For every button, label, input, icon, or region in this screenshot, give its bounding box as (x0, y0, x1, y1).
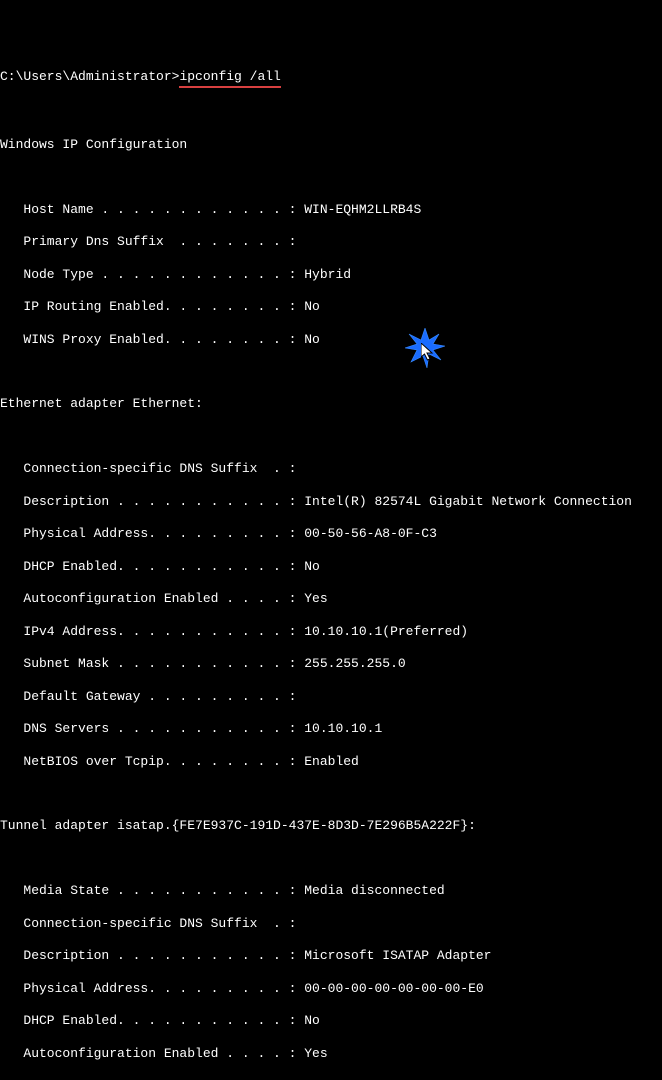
hostname-row: Host Name . . . . . . . . . . . . : WIN-… (0, 202, 662, 218)
tun-description-value: Microsoft ISATAP Adapter (304, 948, 491, 963)
eth-physical-address-value: 00-50-56-A8-0F-C3 (304, 526, 437, 541)
primary-dns-suffix-row: Primary Dns Suffix . . . . . . . : (0, 234, 662, 250)
section-header-ipconfig: Windows IP Configuration (0, 137, 662, 153)
tun-dhcp-row: DHCP Enabled. . . . . . . . . . . : No (0, 1013, 662, 1029)
eth-description-row: Description . . . . . . . . . . . : Inte… (0, 494, 662, 510)
section-header-tunnel: Tunnel adapter isatap.{FE7E937C-191D-437… (0, 818, 662, 834)
eth-dhcp-row: DHCP Enabled. . . . . . . . . . . : No (0, 559, 662, 575)
ip-routing-label: IP Routing Enabled. . . . . . . . : (0, 299, 304, 314)
eth-description-label: Description . . . . . . . . . . . : (0, 494, 304, 509)
eth-gateway-row: Default Gateway . . . . . . . . . : (0, 689, 662, 705)
wins-proxy-value: No (304, 332, 320, 347)
eth-physical-address-label: Physical Address. . . . . . . . . : (0, 526, 304, 541)
tun-description-row: Description . . . . . . . . . . . : Micr… (0, 948, 662, 964)
tun-dhcp-label: DHCP Enabled. . . . . . . . . . . : (0, 1013, 304, 1028)
prompt-line-1[interactable]: C:\Users\Administrator>ipconfig /all (0, 69, 662, 88)
wins-proxy-label: WINS Proxy Enabled. . . . . . . . : (0, 332, 304, 347)
tun-dns-suffix-row: Connection-specific DNS Suffix . : (0, 916, 662, 932)
eth-ipv4-label: IPv4 Address. . . . . . . . . . . : (0, 624, 304, 639)
tun-media-state-label: Media State . . . . . . . . . . . : (0, 883, 304, 898)
eth-subnet-row: Subnet Mask . . . . . . . . . . . : 255.… (0, 656, 662, 672)
tun-description-label: Description . . . . . . . . . . . : (0, 948, 304, 963)
node-type-value: Hybrid (304, 267, 351, 282)
eth-subnet-value: 255.255.255.0 (304, 656, 405, 671)
eth-netbios-value: Enabled (304, 754, 359, 769)
eth-gateway-label: Default Gateway . . . . . . . . . : (0, 689, 296, 704)
tun-physical-address-value: 00-00-00-00-00-00-00-E0 (304, 981, 483, 996)
command-text: ipconfig /all (179, 69, 280, 88)
hostname-value: WIN-EQHM2LLRB4S (304, 202, 421, 217)
tun-autoconfig-row: Autoconfiguration Enabled . . . . : Yes (0, 1046, 662, 1062)
eth-dns-servers-label: DNS Servers . . . . . . . . . . . : (0, 721, 304, 736)
section-header-ethernet: Ethernet adapter Ethernet: (0, 396, 662, 412)
eth-autoconfig-row: Autoconfiguration Enabled . . . . : Yes (0, 591, 662, 607)
eth-autoconfig-value: Yes (304, 591, 327, 606)
hostname-label: Host Name . . . . . . . . . . . . : (0, 202, 304, 217)
tun-dhcp-value: No (304, 1013, 320, 1028)
eth-ipv4-value: 10.10.10.1(Preferred) (304, 624, 468, 639)
tun-autoconfig-label: Autoconfiguration Enabled . . . . : (0, 1046, 304, 1061)
tun-physical-address-label: Physical Address. . . . . . . . . : (0, 981, 304, 996)
tun-media-state-row: Media State . . . . . . . . . . . : Medi… (0, 883, 662, 899)
eth-dns-servers-value: 10.10.10.1 (304, 721, 382, 736)
eth-dns-suffix-label: Connection-specific DNS Suffix . : (0, 461, 296, 476)
tun-dns-suffix-label: Connection-specific DNS Suffix . : (0, 916, 296, 931)
prompt-path: C:\Users\Administrator> (0, 69, 179, 88)
ip-routing-row: IP Routing Enabled. . . . . . . . : No (0, 299, 662, 315)
tun-physical-address-row: Physical Address. . . . . . . . . : 00-0… (0, 981, 662, 997)
tun-media-state-value: Media disconnected (304, 883, 444, 898)
primary-dns-suffix-label: Primary Dns Suffix . . . . . . . : (0, 234, 296, 249)
eth-dns-servers-row: DNS Servers . . . . . . . . . . . : 10.1… (0, 721, 662, 737)
eth-subnet-label: Subnet Mask . . . . . . . . . . . : (0, 656, 304, 671)
eth-autoconfig-label: Autoconfiguration Enabled . . . . : (0, 591, 304, 606)
eth-ipv4-row: IPv4 Address. . . . . . . . . . . : 10.1… (0, 624, 662, 640)
node-type-row: Node Type . . . . . . . . . . . . : Hybr… (0, 267, 662, 283)
eth-netbios-label: NetBIOS over Tcpip. . . . . . . . : (0, 754, 304, 769)
tun-autoconfig-value: Yes (304, 1046, 327, 1061)
ip-routing-value: No (304, 299, 320, 314)
eth-dns-suffix-row: Connection-specific DNS Suffix . : (0, 461, 662, 477)
eth-netbios-row: NetBIOS over Tcpip. . . . . . . . : Enab… (0, 754, 662, 770)
eth-description-value: Intel(R) 82574L Gigabit Network Connecti… (304, 494, 632, 509)
eth-dhcp-value: No (304, 559, 320, 574)
node-type-label: Node Type . . . . . . . . . . . . : (0, 267, 304, 282)
eth-dhcp-label: DHCP Enabled. . . . . . . . . . . : (0, 559, 304, 574)
wins-proxy-row: WINS Proxy Enabled. . . . . . . . : No (0, 332, 662, 348)
